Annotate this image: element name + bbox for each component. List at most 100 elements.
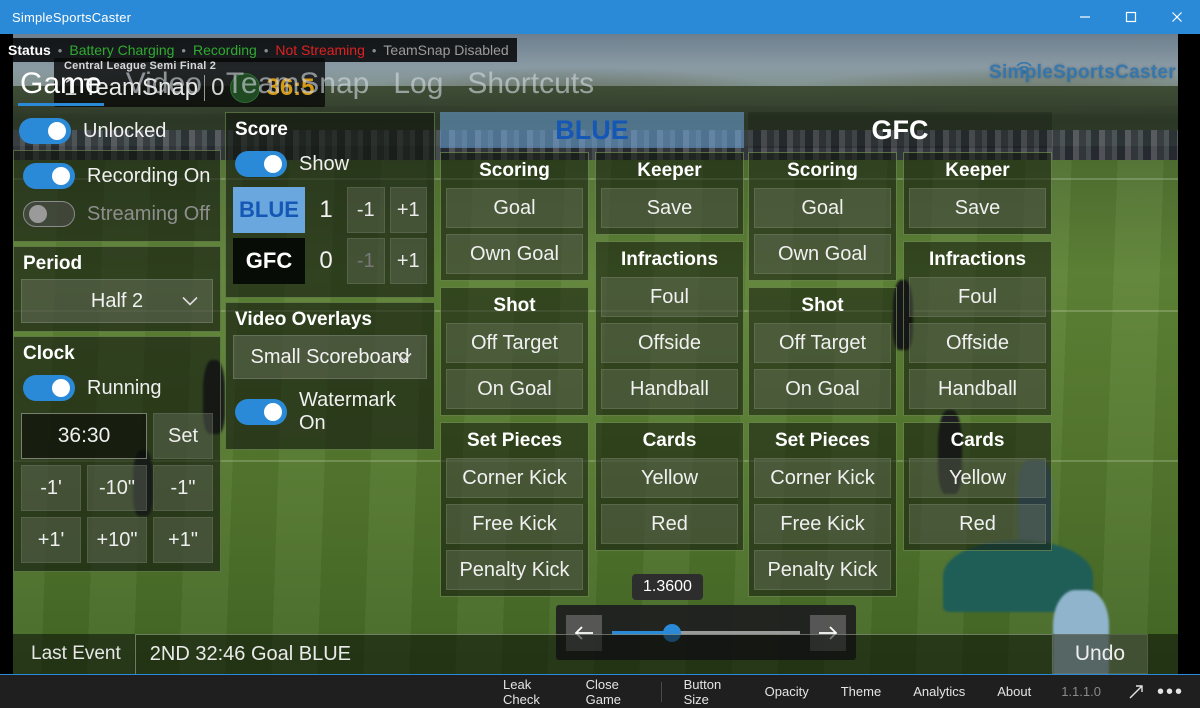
blue-off-target-button[interactable]: Off Target [446, 323, 583, 363]
team-gfc-left-column: Scoring Goal Own Goal Shot Off Target On… [748, 152, 897, 603]
clock-running-toggle[interactable] [23, 375, 75, 401]
score-row-gfc: GFC 0 -1 +1 [233, 238, 427, 284]
gfc-penalty-kick-button[interactable]: Penalty Kick [754, 550, 891, 590]
score-show-row[interactable]: Show [233, 145, 427, 183]
score-decrement-blue[interactable]: -1 [347, 187, 385, 233]
tab-video[interactable]: Video [114, 66, 214, 106]
clock-minus-10-sec[interactable]: -10" [87, 465, 147, 511]
period-title: Period [23, 253, 83, 274]
opacity-button[interactable]: Opacity [749, 684, 825, 699]
category-keeper-gfc: Keeper Save [903, 152, 1052, 235]
watermark-text: SimpleSportsCaster [988, 62, 1176, 83]
leak-check-button[interactable]: Leak Check [487, 677, 570, 707]
category-set-pieces-blue: Set Pieces Corner Kick Free Kick Penalty… [440, 422, 589, 597]
category-scoring-blue: Scoring Goal Own Goal [440, 152, 589, 281]
blue-yellow-card-button[interactable]: Yellow [601, 458, 738, 498]
blue-offside-button[interactable]: Offside [601, 323, 738, 363]
button-size-button[interactable]: Button Size [668, 677, 749, 707]
watermark-toggle[interactable] [235, 399, 287, 425]
watermark-toggle-row[interactable]: Watermark On [233, 383, 427, 441]
gfc-off-target-button[interactable]: Off Target [754, 323, 891, 363]
minimize-button[interactable] [1062, 0, 1108, 34]
blue-on-goal-button[interactable]: On Goal [446, 369, 583, 409]
blue-free-kick-button[interactable]: Free Kick [446, 504, 583, 544]
close-button[interactable] [1154, 0, 1200, 34]
chevron-down-icon [396, 346, 412, 369]
score-show-toggle[interactable] [235, 151, 287, 177]
theme-button[interactable]: Theme [825, 684, 897, 699]
period-group: Period Half 2 [13, 246, 221, 332]
team-blue-columns: Scoring Goal Own Goal Shot Off Target On… [440, 152, 744, 603]
score-group: Score Show BLUE 1 -1 +1 GFC 0 -1 +1 [225, 112, 435, 298]
blue-corner-kick-button[interactable]: Corner Kick [446, 458, 583, 498]
gfc-free-kick-button[interactable]: Free Kick [754, 504, 891, 544]
category-set-pieces-gfc: Set Pieces Corner Kick Free Kick Penalty… [748, 422, 897, 597]
gfc-save-button[interactable]: Save [909, 188, 1046, 228]
clock-running-row[interactable]: Running [21, 369, 213, 407]
close-game-button[interactable]: Close Game [570, 677, 655, 707]
recording-toggle-row[interactable]: Recording On [21, 157, 213, 195]
blue-penalty-kick-button[interactable]: Penalty Kick [446, 550, 583, 590]
clock-minus-1-min[interactable]: -1' [21, 465, 81, 511]
recording-group: Recording On Streaming Off [13, 150, 221, 242]
score-team-gfc: GFC [233, 238, 305, 284]
blue-red-card-button[interactable]: Red [601, 504, 738, 544]
clock-running-label: Running [87, 376, 162, 399]
category-scoring-gfc: Scoring Goal Own Goal [748, 152, 897, 281]
lock-toggle-row[interactable]: Unlocked [13, 112, 221, 150]
window-controls [1062, 0, 1200, 34]
left-control-column: Unlocked Recording On Streaming Off Peri… [13, 112, 221, 576]
clock-display[interactable]: 36:30 [21, 413, 147, 459]
blue-own-goal-button[interactable]: Own Goal [446, 234, 583, 274]
last-event-label: Last Event [31, 643, 121, 664]
clock-minus-1-sec[interactable]: -1" [153, 465, 213, 511]
clock-set-button[interactable]: Set [153, 413, 213, 459]
category-title: Shot [801, 295, 844, 316]
gfc-own-goal-button[interactable]: Own Goal [754, 234, 891, 274]
score-increment-blue[interactable]: +1 [389, 187, 427, 233]
score-increment-gfc[interactable]: +1 [389, 238, 427, 284]
overlay-select[interactable]: Small Scoreboard [233, 335, 427, 379]
gfc-red-card-button[interactable]: Red [909, 504, 1046, 544]
category-title: Cards [642, 430, 697, 451]
streaming-toggle-row[interactable]: Streaming Off [21, 195, 213, 233]
clock-plus-1-min[interactable]: +1' [21, 517, 81, 563]
lock-label: Unlocked [83, 119, 167, 142]
maximize-button[interactable] [1108, 0, 1154, 34]
gfc-yellow-card-button[interactable]: Yellow [909, 458, 1046, 498]
gfc-goal-button[interactable]: Goal [754, 188, 891, 228]
expand-arrow-icon[interactable] [1115, 683, 1157, 701]
tab-log[interactable]: Log [381, 66, 455, 106]
clock-plus-1-sec[interactable]: +1" [153, 517, 213, 563]
clock-plus-10-sec[interactable]: +10" [87, 517, 147, 563]
tab-game[interactable]: Game [8, 66, 114, 106]
lock-toggle[interactable] [19, 118, 71, 144]
undo-button[interactable]: Undo [1052, 634, 1148, 674]
category-title: Cards [950, 430, 1005, 451]
blue-handball-button[interactable]: Handball [601, 369, 738, 409]
period-select[interactable]: Half 2 [21, 279, 213, 323]
status-streaming: Not Streaming [275, 42, 365, 58]
category-title: Scoring [787, 160, 858, 181]
title-bar: SimpleSportsCaster [0, 0, 1200, 34]
blue-save-button[interactable]: Save [601, 188, 738, 228]
gfc-offside-button[interactable]: Offside [909, 323, 1046, 363]
tab-teamsnap[interactable]: TeamSnap [214, 66, 381, 106]
about-button[interactable]: About [981, 684, 1047, 699]
analytics-button[interactable]: Analytics [897, 684, 981, 699]
category-cards-gfc: Cards Yellow Red [903, 422, 1052, 551]
blue-goal-button[interactable]: Goal [446, 188, 583, 228]
streaming-toggle[interactable] [23, 201, 75, 227]
gfc-corner-kick-button[interactable]: Corner Kick [754, 458, 891, 498]
gfc-foul-button[interactable]: Foul [909, 277, 1046, 317]
recording-toggle[interactable] [23, 163, 75, 189]
team-action-panels: BLUE Scoring Goal Own Goal Shot Off Targ… [440, 112, 1052, 603]
more-options-icon[interactable]: ••• [1157, 682, 1200, 702]
clock-group: Clock Running 36:30 Set -1' -10" -1" +1'… [13, 336, 221, 572]
command-bar-items: Leak Check Close Game Button Size Opacit… [487, 677, 1157, 707]
gfc-handball-button[interactable]: Handball [909, 369, 1046, 409]
recording-label: Recording On [87, 164, 211, 187]
tab-shortcuts[interactable]: Shortcuts [455, 66, 606, 106]
blue-foul-button[interactable]: Foul [601, 277, 738, 317]
gfc-on-goal-button[interactable]: On Goal [754, 369, 891, 409]
